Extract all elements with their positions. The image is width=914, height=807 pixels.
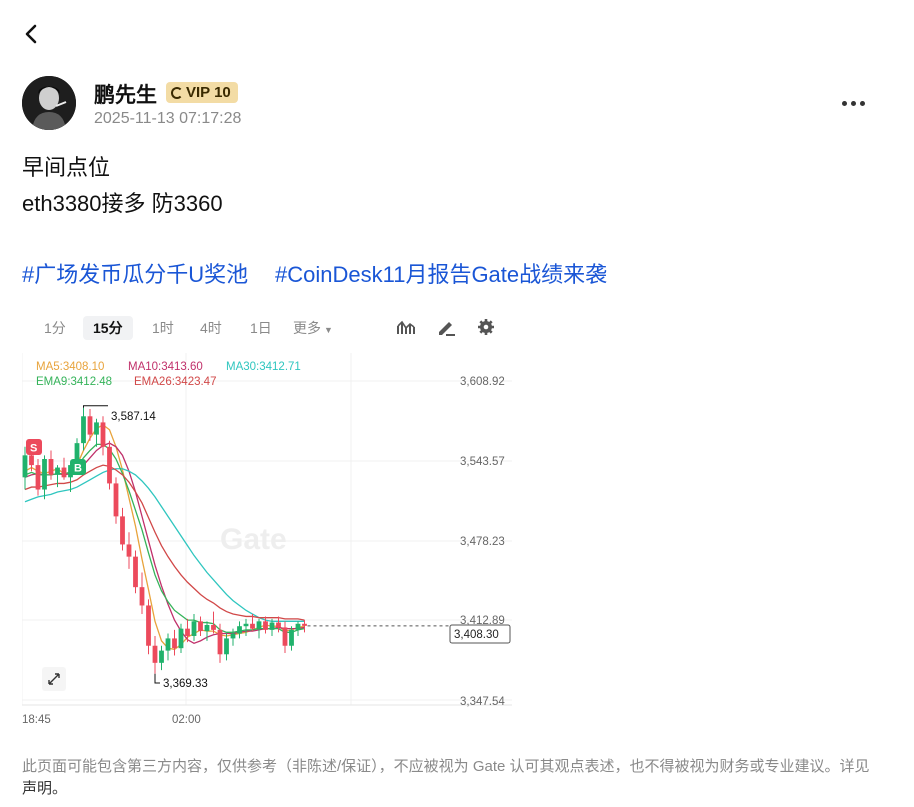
high-price-label: 3,587.14 bbox=[111, 411, 156, 423]
svg-text:MA5:3408.10 MA10:3413.60: MA5:3408.10 MA10:3413.60 MA30:3412.71 EM… bbox=[36, 361, 304, 388]
candle-body bbox=[224, 638, 229, 655]
candle-body bbox=[29, 455, 34, 466]
sell-marker-label: S bbox=[30, 443, 37, 455]
candle-body bbox=[120, 516, 125, 545]
candle-body bbox=[250, 623, 255, 629]
vip-badge: VIP 10 bbox=[166, 82, 238, 103]
settings-gear-icon[interactable] bbox=[476, 318, 496, 336]
back-button[interactable] bbox=[16, 18, 48, 50]
price-chart[interactable]: Gate MA5:3408.10 MA10:3413.60 MA30:3412.… bbox=[22, 353, 522, 733]
fullscreen-button[interactable] bbox=[42, 667, 66, 691]
timeframe-15m[interactable]: 15分 bbox=[83, 316, 133, 340]
candle-body bbox=[185, 628, 190, 636]
candle-body bbox=[139, 587, 145, 606]
candle-body bbox=[42, 459, 47, 490]
candle-body bbox=[133, 556, 138, 588]
candle-body bbox=[113, 483, 119, 517]
candle-body bbox=[282, 627, 288, 646]
post-timestamp: 2025-11-13 07:17:28 bbox=[94, 110, 242, 127]
candle-body bbox=[35, 465, 41, 490]
candle-body bbox=[55, 467, 60, 475]
legend-ma10: MA10:3413.60 bbox=[128, 361, 203, 373]
post-text-line: eth3380接多 防3360 bbox=[22, 191, 223, 216]
y-tick: 3,543.57 bbox=[460, 456, 505, 468]
vip-label: VIP 10 bbox=[186, 84, 231, 101]
draw-pen-icon[interactable] bbox=[436, 318, 456, 336]
y-tick: 3,347.54 bbox=[460, 696, 505, 708]
username[interactable]: 鹏先生 bbox=[94, 79, 157, 109]
timeframe-1d[interactable]: 1日 bbox=[250, 318, 272, 338]
legend-ema9: EMA9:3412.48 bbox=[36, 376, 112, 388]
candle-body bbox=[159, 650, 164, 663]
candle-body bbox=[230, 633, 236, 639]
current-price-label: 3,408.30 bbox=[454, 629, 499, 641]
legend-ma5: MA5:3408.10 bbox=[36, 361, 104, 373]
candle-body bbox=[61, 467, 67, 478]
more-horizontal-icon bbox=[842, 100, 847, 106]
gate-logo-icon bbox=[171, 86, 183, 99]
more-timeframes-label: 更多 bbox=[293, 320, 321, 336]
candle-body bbox=[146, 605, 151, 646]
timeframe-1h[interactable]: 1时 bbox=[152, 318, 174, 338]
timeframe-1m[interactable]: 1分 bbox=[44, 318, 66, 338]
high-pointer bbox=[83, 405, 108, 408]
candle-body bbox=[48, 459, 54, 475]
caret-down-icon: ▼ bbox=[324, 325, 333, 335]
candle-body bbox=[81, 416, 86, 444]
post-text-line: 早间点位 bbox=[22, 155, 111, 180]
disclaimer: 此页面可能包含第三方内容，仅供参考（非陈述/保证），不应被视为 Gate 认可其… bbox=[22, 756, 882, 800]
more-timeframes-dropdown[interactable]: 更多 ▼ bbox=[293, 318, 333, 340]
candle-body bbox=[237, 626, 242, 634]
candle-body bbox=[269, 622, 275, 630]
x-tick: 02:00 bbox=[172, 714, 201, 726]
legend-ma30: MA30:3412.71 bbox=[226, 361, 301, 373]
candle-body bbox=[178, 628, 184, 649]
x-tick: 18:45 bbox=[22, 714, 51, 726]
candle-body bbox=[256, 621, 262, 629]
hashtag-link[interactable]: #CoinDesk11月报告Gate战绩来袭 bbox=[275, 257, 607, 289]
chart-watermark: Gate bbox=[220, 523, 287, 556]
y-tick: 3,478.23 bbox=[460, 536, 505, 548]
disclaimer-link[interactable]: 声明。 bbox=[22, 780, 67, 797]
more-options-button[interactable] bbox=[842, 93, 874, 113]
legend-ema26: EMA26:3423.47 bbox=[134, 376, 216, 388]
candle-body bbox=[263, 621, 268, 630]
candle-body bbox=[100, 422, 106, 447]
chevron-left-icon bbox=[25, 24, 37, 44]
candle-body bbox=[152, 645, 158, 663]
candle-body bbox=[126, 544, 132, 557]
candle-body bbox=[87, 416, 93, 435]
candle-body bbox=[198, 621, 203, 632]
indicator-icon[interactable] bbox=[396, 318, 416, 336]
avatar[interactable] bbox=[22, 76, 76, 130]
candle-body bbox=[295, 623, 301, 630]
candle-body bbox=[289, 629, 294, 646]
candle-body bbox=[211, 624, 216, 630]
candle-body bbox=[302, 623, 307, 626]
y-tick: 3,608.92 bbox=[460, 376, 505, 388]
hashtag-link[interactable]: #广场发币瓜分千U奖池 bbox=[22, 257, 248, 289]
low-price-label: 3,369.33 bbox=[163, 678, 208, 690]
candle-body bbox=[217, 629, 223, 655]
candle-body bbox=[165, 638, 171, 651]
candle-body bbox=[22, 455, 28, 478]
candle-body bbox=[107, 446, 112, 484]
buy-marker-label: B bbox=[74, 463, 82, 475]
candle-body bbox=[172, 638, 177, 649]
disclaimer-text: 此页面可能包含第三方内容，仅供参考（非陈述/保证），不应被视为 Gate 认可其… bbox=[22, 758, 870, 775]
candle-body bbox=[243, 623, 249, 627]
candle-body bbox=[276, 622, 281, 628]
candle-body bbox=[94, 422, 99, 435]
candle-body bbox=[191, 621, 197, 636]
low-pointer bbox=[154, 673, 160, 684]
candle-body bbox=[204, 624, 210, 632]
timeframe-4h[interactable]: 4时 bbox=[200, 318, 222, 338]
